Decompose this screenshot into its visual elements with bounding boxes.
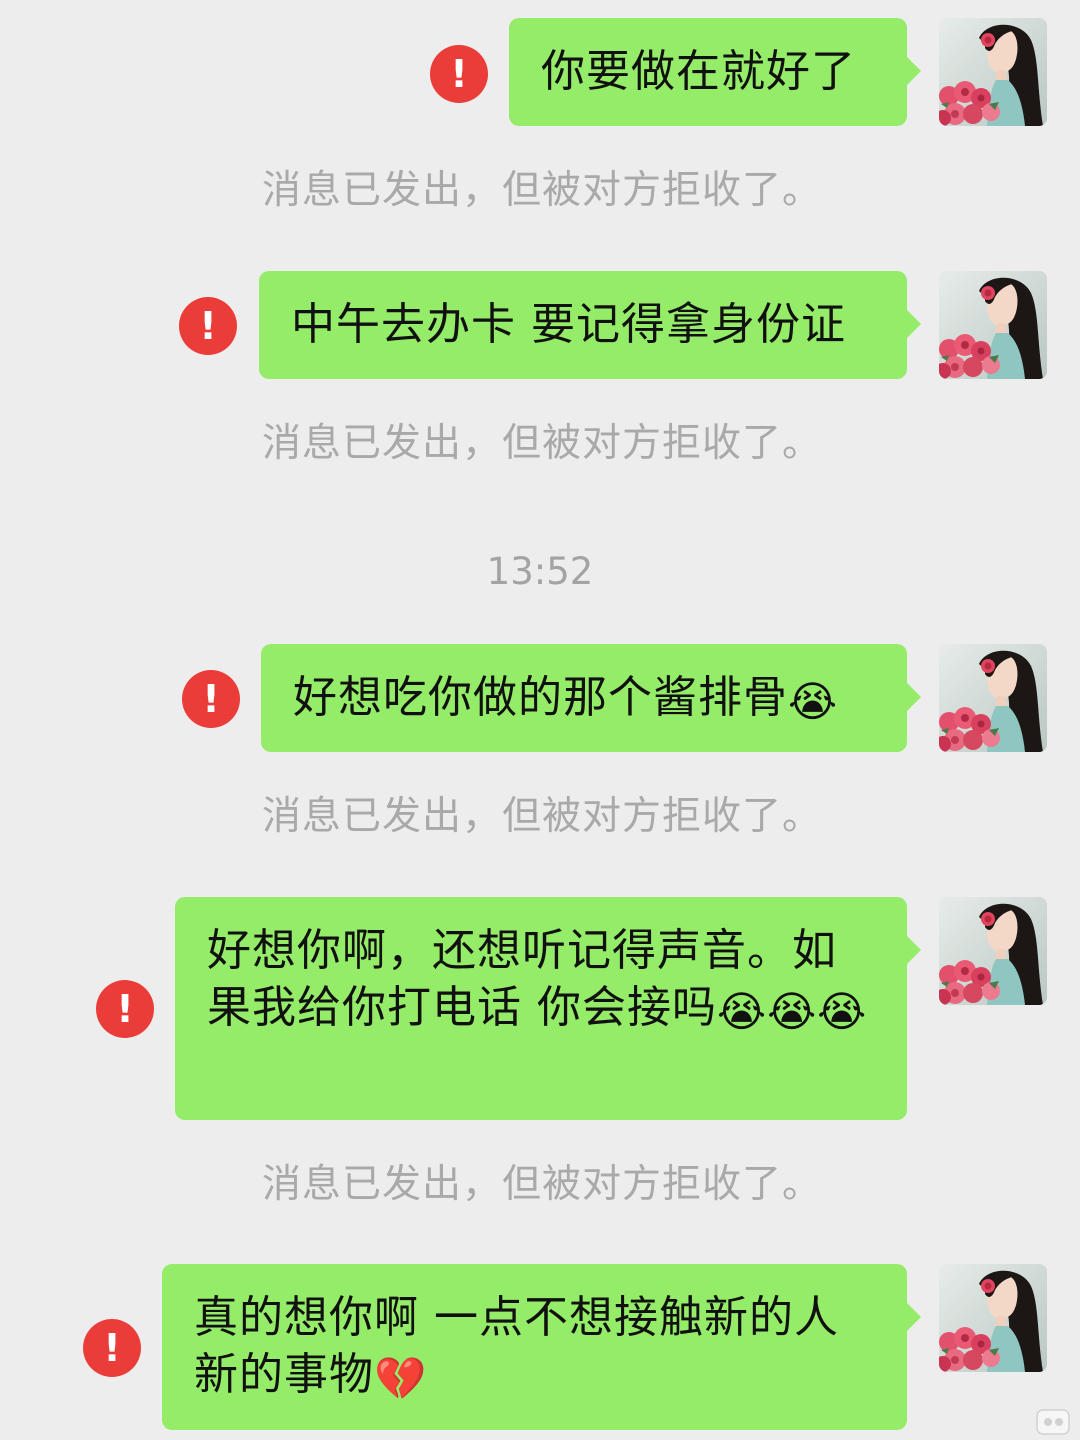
message-bubble[interactable]: 好想吃你做的那个酱排骨😭 (261, 644, 921, 752)
send-failed-icon[interactable]: ! (430, 45, 488, 103)
avatar[interactable] (939, 18, 1047, 126)
avatar-image (939, 271, 1047, 379)
avatar[interactable] (939, 1264, 1047, 1372)
avatar-image (939, 1264, 1047, 1372)
watermark-icon (1036, 1409, 1070, 1435)
avatar[interactable] (939, 644, 1047, 752)
avatar-image (939, 644, 1047, 752)
send-failed-icon[interactable]: ! (96, 980, 154, 1038)
message-text: 你要做在就好了 (541, 46, 856, 97)
message-emoji: 😭😭😭 (717, 987, 868, 1036)
send-failed-icon[interactable]: ! (179, 297, 237, 355)
message-text: 中午去办卡 要记得拿身份证 (291, 299, 846, 350)
send-failed-icon[interactable]: ! (182, 670, 240, 728)
avatar-image (939, 897, 1047, 1005)
chat-timestamp: 13:52 (486, 550, 594, 593)
rejected-notice: 消息已发出，但被对方拒收了。 (262, 794, 823, 839)
message-bubble[interactable]: 真的想你啊 一点不想接触新的人新的事物💔 (162, 1264, 921, 1430)
message-bubble[interactable]: 你要做在就好了 (509, 18, 921, 126)
message-emoji: 😭 (788, 677, 839, 726)
rejected-notice: 消息已发出，但被对方拒收了。 (262, 421, 823, 466)
avatar[interactable] (939, 897, 1047, 1005)
send-failed-icon[interactable]: ! (83, 1319, 141, 1377)
avatar-image (939, 18, 1047, 126)
message-bubble[interactable]: 好想你啊，还想听记得声音。如果我给你打电话 你会接吗😭😭😭 (175, 897, 921, 1120)
message-emoji: 💔 (374, 1354, 428, 1403)
message-text: 好想吃你做的那个酱排骨 (293, 672, 788, 723)
message-text: 真的想你啊 一点不想接触新的人新的事物 (194, 1292, 839, 1400)
rejected-notice: 消息已发出，但被对方拒收了。 (262, 168, 823, 213)
message-bubble[interactable]: 中午去办卡 要记得拿身份证 (259, 271, 921, 379)
rejected-notice: 消息已发出，但被对方拒收了。 (262, 1162, 823, 1207)
avatar[interactable] (939, 271, 1047, 379)
